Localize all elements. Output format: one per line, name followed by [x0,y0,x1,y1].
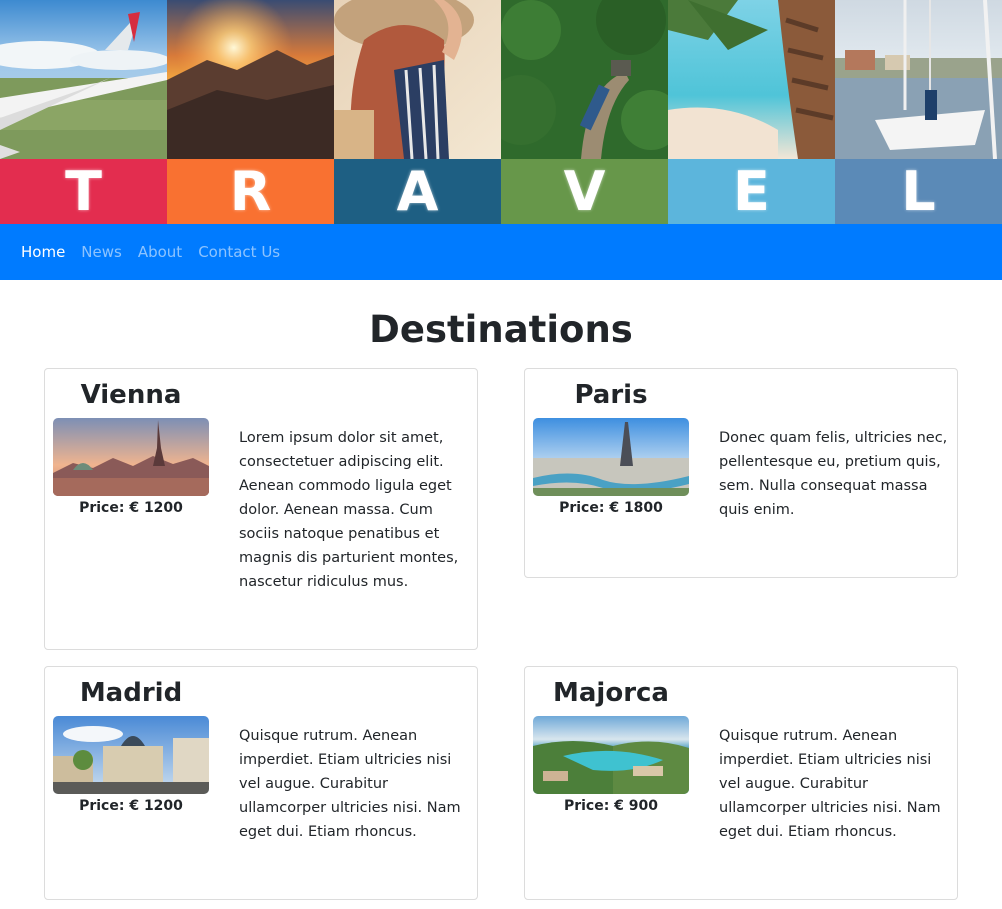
banner-tile-airplane: T [0,0,167,224]
mountain-sunset-photo [167,0,334,159]
train-forest-photo [501,0,668,159]
airplane-wing-photo [0,0,167,159]
banner-tile-traveler: A [334,0,501,224]
nav-link-contact-us[interactable]: Contact Us [190,243,288,261]
sailboat-harbor-photo [835,0,1002,159]
paris-photo[interactable] [533,418,689,496]
letter-block-r: R [167,159,334,224]
letter-block-l: L [835,159,1002,224]
travel-banner: T R A V E L [0,0,1002,224]
nav-link-home[interactable]: Home [13,243,73,261]
card-price: Price: € 1200 [79,500,183,516]
banner-tile-train: V [501,0,668,224]
letter-block-t: T [0,159,167,224]
vienna-photo[interactable] [53,418,209,496]
card-description: Quisque rutrum. Aenean imperdiet. Etiam … [239,728,461,840]
card-description: Donec quam felis, ultricies nec, pellent… [719,430,948,518]
card-title: Madrid [79,678,183,708]
destination-card-madrid: Madrid Price: € 1200 Quisque rutrum. Aen… [44,666,478,900]
traveler-hat-photo [334,0,501,159]
card-price: Price: € 1800 [559,500,663,516]
main-navbar: Home News About Contact Us [0,224,1002,280]
card-price: Price: € 900 [563,798,659,814]
palm-beach-photo [668,0,835,159]
banner-letter-v: V [563,159,606,223]
banner-tile-beach: E [668,0,835,224]
nav-link-news[interactable]: News [73,243,130,261]
destination-card-paris: Paris Price: € 1800 Donec quam felis, ul… [524,368,958,578]
destination-card-vienna: Vienna Price: € 1200 Lorem ipsum dolor s… [44,368,478,650]
letter-block-e: E [668,159,835,224]
majorca-photo[interactable] [533,716,689,794]
madrid-photo[interactable] [53,716,209,794]
letter-block-a: A [334,159,501,224]
card-description: Lorem ipsum dolor sit amet, consectetuer… [239,430,459,590]
banner-tile-harbor: L [835,0,1002,224]
card-description: Quisque rutrum. Aenean imperdiet. Etiam … [719,728,941,840]
card-title: Vienna [80,380,182,410]
nav-link-about[interactable]: About [130,243,190,261]
card-title: Paris [574,380,648,410]
banner-letter-r: R [229,159,272,223]
banner-letter-a: A [396,159,439,223]
destination-card-majorca: Majorca Price: € 900 Quisque rutrum. Aen… [524,666,958,900]
banner-letter-e: E [733,159,770,223]
banner-tile-sunset: R [167,0,334,224]
letter-block-v: V [501,159,668,224]
banner-letter-t: T [65,159,102,223]
banner-letter-l: L [901,159,936,223]
card-price: Price: € 1200 [79,798,183,814]
page-title: Destinations [369,308,633,351]
card-title: Majorca [553,678,669,708]
